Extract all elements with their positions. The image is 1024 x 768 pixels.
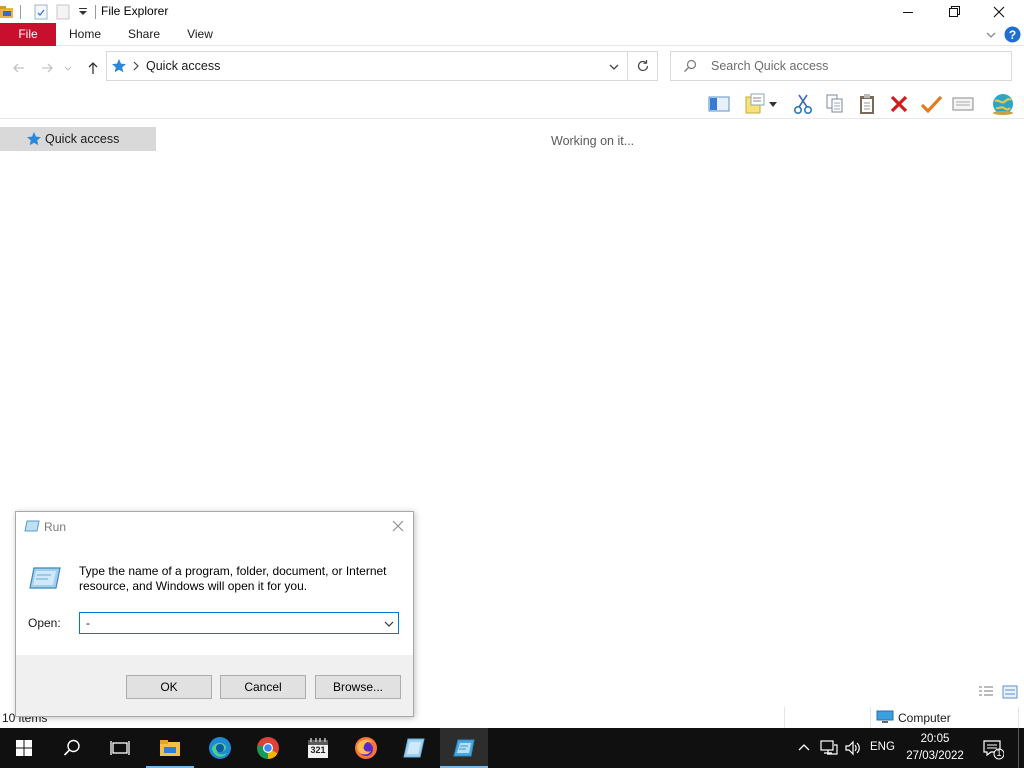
start-button[interactable] [0, 728, 48, 768]
properties-card-icon[interactable] [950, 90, 976, 118]
chrome-icon [257, 737, 279, 759]
clock-date: 27/03/2022 [906, 750, 964, 762]
input-language[interactable]: ENG [870, 741, 895, 753]
taskbar: 321 ENG 20:05 27/03/2022 1 [0, 728, 1024, 768]
network-icon[interactable] [820, 739, 838, 757]
view-mode-switcher [978, 684, 1022, 700]
large-icons-view-icon[interactable] [1002, 685, 1018, 699]
recent-locations-chevron-icon[interactable] [60, 57, 76, 79]
run-app-icon [403, 738, 425, 758]
loading-status-text: Working on it... [551, 134, 635, 148]
new-item-chevron-icon[interactable] [766, 90, 780, 118]
cancel-button[interactable]: Cancel [220, 675, 306, 699]
calendar-app-number: 321 [310, 745, 326, 755]
new-folder-icon[interactable] [55, 4, 71, 20]
search-box[interactable]: Search Quick access [670, 51, 1012, 81]
refresh-icon [636, 59, 650, 73]
rename-checkmark-icon[interactable] [918, 90, 944, 118]
run-dialog-icon [453, 739, 475, 757]
customize-qat-chevron-icon[interactable] [77, 6, 89, 18]
nav-item-quick-access[interactable]: Quick access [0, 127, 156, 151]
new-item-icon[interactable] [742, 90, 768, 118]
copy-icon[interactable] [822, 90, 848, 118]
taskbar-run-dialog[interactable] [440, 728, 488, 768]
edge-icon [209, 737, 231, 759]
windows-logo-icon [16, 740, 32, 756]
ok-button[interactable]: OK [126, 675, 212, 699]
search-icon [683, 59, 697, 73]
taskbar-calendar-app[interactable]: 321 [294, 728, 342, 768]
quick-access-star-icon [111, 58, 127, 74]
quick-access-toolbar [0, 3, 102, 21]
window-title: File Explorer [101, 4, 169, 18]
restore-button[interactable] [931, 0, 977, 23]
nav-item-label: Quick access [45, 132, 120, 146]
tab-file[interactable]: File [0, 23, 56, 46]
taskbar-firefox[interactable] [342, 728, 390, 768]
breadcrumb-separator-icon[interactable] [131, 58, 141, 74]
close-button[interactable] [976, 0, 1022, 23]
file-explorer-icon [160, 740, 180, 756]
taskbar-search-button[interactable] [48, 728, 96, 768]
back-arrow-icon[interactable] [8, 57, 30, 79]
taskbar-run-app[interactable] [390, 728, 438, 768]
delete-x-icon[interactable] [886, 90, 912, 118]
ribbon-tabs: File Home Share View ? [0, 23, 1024, 46]
show-hidden-icons-chevron-icon[interactable] [796, 740, 812, 756]
address-dropdown-chevron-icon[interactable] [607, 60, 621, 74]
open-label: Open: [28, 616, 61, 630]
address-row: Quick access Search Quick access [0, 46, 1024, 88]
open-dropdown-chevron-icon[interactable] [382, 617, 396, 631]
clock[interactable]: 20:05 27/03/2022 [902, 731, 968, 765]
run-app-icon [24, 519, 40, 533]
tab-view[interactable]: View [182, 23, 218, 46]
run-dialog: Run Type the name of a program, folder, … [15, 511, 414, 717]
help-icon[interactable]: ? [1004, 26, 1021, 43]
search-placeholder: Search Quick access [711, 59, 829, 73]
taskbar-chrome[interactable] [244, 728, 292, 768]
preview-pane-icon[interactable] [706, 90, 732, 118]
taskbar-file-explorer[interactable] [146, 728, 194, 768]
svg-text:?: ? [1009, 28, 1016, 42]
clock-time: 20:05 [920, 733, 950, 745]
tab-share[interactable]: Share [124, 23, 164, 46]
folder-icon [0, 5, 14, 19]
taskbar-edge[interactable] [196, 728, 244, 768]
run-description: Type the name of a program, folder, docu… [79, 564, 387, 593]
browse-button[interactable]: Browse... [315, 675, 401, 699]
run-program-icon [28, 566, 62, 590]
paste-clipboard-icon[interactable] [854, 90, 880, 118]
globe-icon[interactable] [988, 90, 1018, 118]
task-view-button[interactable] [96, 728, 144, 768]
run-dialog-title: Run [44, 520, 67, 534]
expand-ribbon-chevron-icon[interactable] [984, 28, 998, 42]
command-toolbar [700, 90, 1024, 118]
refresh-button[interactable] [628, 51, 658, 81]
minimize-button[interactable] [885, 0, 931, 23]
forward-arrow-icon[interactable] [36, 57, 58, 79]
title-bar: File Explorer [0, 0, 1024, 23]
computer-icon [876, 710, 894, 724]
run-close-button[interactable] [390, 518, 406, 534]
search-icon [63, 739, 80, 756]
open-combobox[interactable]: - [79, 612, 399, 634]
properties-icon[interactable] [33, 4, 49, 20]
open-input-value[interactable]: - [86, 616, 90, 630]
cut-scissors-icon[interactable] [790, 90, 816, 118]
firefox-icon [355, 737, 377, 759]
volume-icon[interactable] [844, 739, 862, 757]
action-center-button[interactable]: 1 [982, 738, 1005, 760]
breadcrumb-quick-access[interactable]: Quick access [146, 59, 220, 73]
task-view-icon [110, 741, 130, 755]
address-bar[interactable]: Quick access [106, 51, 628, 81]
up-arrow-icon[interactable] [82, 57, 104, 79]
show-desktop-button[interactable] [1018, 728, 1019, 768]
details-view-icon[interactable] [978, 685, 994, 699]
location-label: Computer [898, 711, 951, 725]
tab-home[interactable]: Home [64, 23, 106, 46]
quick-access-star-icon [26, 131, 42, 147]
notification-count: 1 [996, 748, 1002, 758]
